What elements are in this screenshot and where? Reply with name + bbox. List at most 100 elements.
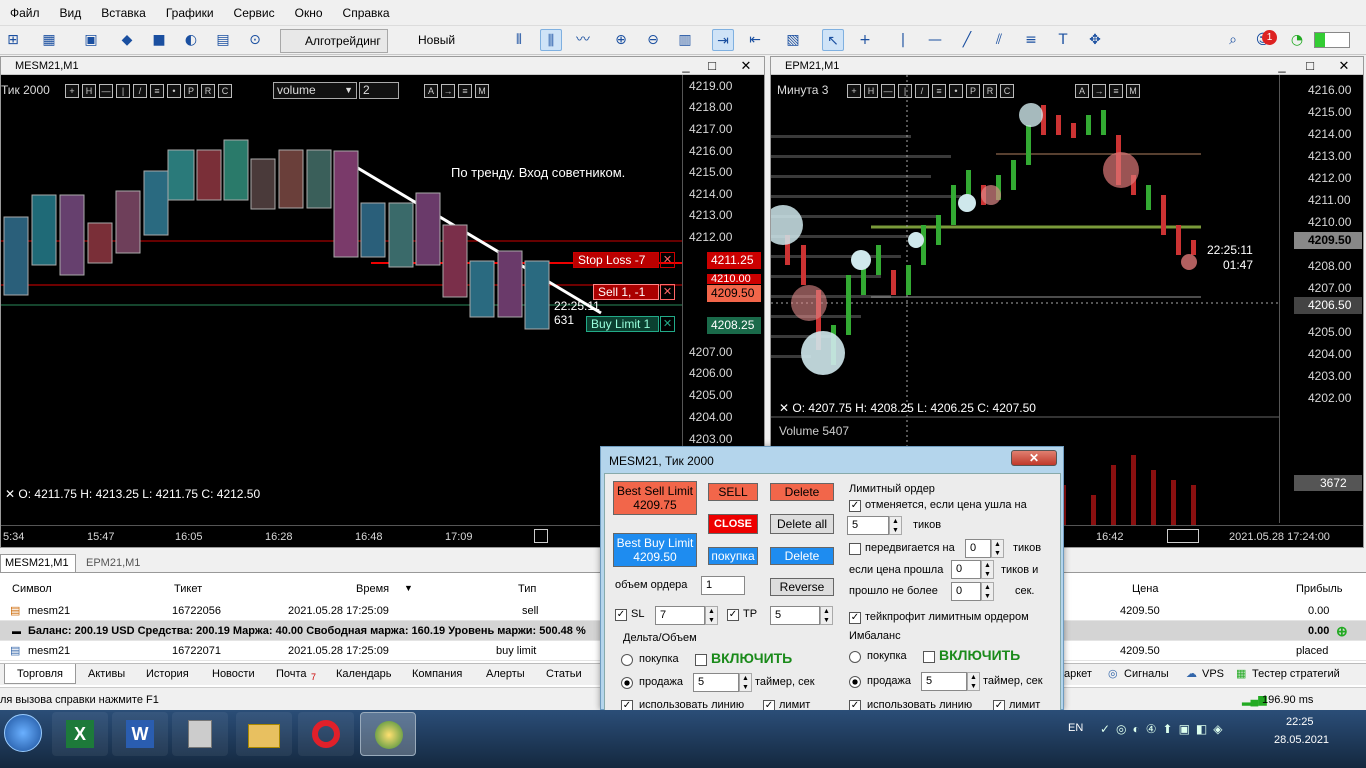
imb-sell-radio[interactable] (849, 676, 861, 688)
maximize-icon[interactable]: □ (701, 57, 723, 75)
maximize-icon[interactable]: □ (1299, 57, 1321, 75)
sl-input[interactable]: 7 (655, 606, 705, 625)
candle-chart-icon[interactable]: ⫼ (540, 29, 562, 51)
zoom-out-icon[interactable]: ⊖ (642, 29, 664, 51)
tp-stepper[interactable]: ▲ ▼ (820, 606, 833, 625)
tab-epm21[interactable]: EPM21,M1 (86, 554, 156, 572)
start-button[interactable] (4, 714, 42, 752)
close-position-button[interactable]: CLOSE (708, 514, 758, 534)
tab-mesm21[interactable]: MESM21,M1 (0, 554, 76, 572)
minimize-icon[interactable]: _ (675, 57, 697, 75)
delta-buy-radio[interactable] (621, 654, 633, 666)
menu-view[interactable]: Вид (50, 0, 92, 26)
sell-button[interactable]: SELL (708, 483, 758, 501)
tab-alerts[interactable]: Алерты (486, 668, 525, 680)
col-type[interactable]: Тип (518, 583, 536, 595)
channel-icon[interactable]: ⫽ (988, 29, 1010, 51)
volume-input[interactable]: 1 (701, 576, 745, 595)
chart-shift-icon[interactable]: ⇤ (744, 29, 766, 51)
minimize-icon[interactable]: _ (1271, 57, 1293, 75)
menu-file[interactable]: Файл (0, 0, 50, 26)
passed-stepper[interactable]: ▲ ▼ (981, 582, 994, 601)
collapse-icon[interactable]: ▬ (12, 621, 21, 641)
sl-stepper[interactable]: ▲ ▼ (705, 606, 718, 625)
menu-window[interactable]: Окно (285, 0, 333, 26)
delta-sell-radio[interactable] (621, 677, 633, 689)
tab-calendar[interactable]: Календарь (336, 668, 392, 680)
menu-tools[interactable]: Сервис (224, 0, 285, 26)
tab-assets[interactable]: Активы (88, 668, 125, 680)
best-buy-limit-button[interactable]: Best Buy Limit 4209.50 (613, 533, 697, 567)
fibo-icon[interactable]: ≡ (1020, 29, 1042, 51)
delta-timer-input[interactable]: 5 (693, 673, 739, 692)
tab-history[interactable]: История (146, 668, 189, 680)
if-price-input[interactable]: 0 (951, 560, 981, 579)
tab-vps[interactable]: VPS (1202, 668, 1224, 680)
tab-tester[interactable]: Тестер стратегий (1252, 668, 1340, 680)
delete-all-button[interactable]: Delete all (770, 514, 834, 534)
new-chart-icon[interactable]: ⊞ (2, 29, 24, 51)
menu-charts[interactable]: Графики (156, 0, 224, 26)
delete-buy-button[interactable]: Delete (770, 547, 834, 565)
best-sell-limit-button[interactable]: Best Sell Limit 4209.75 (613, 481, 697, 515)
search-icon[interactable]: ⌕ (1222, 29, 1244, 51)
tp-input[interactable]: 5 (770, 606, 820, 625)
navigator-icon[interactable]: ■ (148, 29, 170, 51)
new-order-button[interactable]: Новый ордер (394, 29, 494, 69)
imb-timer-stepper[interactable]: ▲ ▼ (967, 672, 980, 691)
tab-mail[interactable]: Почта (276, 668, 307, 680)
cancel-input[interactable]: 5 (847, 516, 889, 535)
delta-timer-stepper[interactable]: ▲ ▼ (739, 673, 752, 692)
buy-button[interactable]: покупка (708, 547, 758, 565)
calculator-taskbar-icon[interactable] (172, 712, 228, 756)
algo-trading-button[interactable]: Алготрейдинг (280, 29, 388, 53)
imb-timer-input[interactable]: 5 (921, 672, 967, 691)
tab-trade[interactable]: Торговля (4, 664, 76, 684)
cancel-stepper[interactable]: ▲ ▼ (889, 516, 902, 535)
tile-windows-icon[interactable]: ▥ (674, 29, 696, 51)
vertical-line-icon[interactable]: | (892, 29, 914, 51)
autoscroll-icon[interactable]: ⇥ (712, 29, 734, 51)
text-icon[interactable]: T (1052, 29, 1074, 51)
language-indicator[interactable]: EN (1068, 722, 1083, 734)
data-window-icon[interactable]: ◐ (180, 29, 202, 51)
indicators-icon[interactable]: ▧ (782, 29, 804, 51)
tp-checkbox[interactable]: ✓ (727, 609, 739, 621)
cursor-icon[interactable]: ↖ (822, 29, 844, 51)
menu-help[interactable]: Справка (333, 0, 400, 26)
moves-checkbox[interactable] (849, 543, 861, 555)
market-watch-icon[interactable]: ◆ (116, 29, 138, 51)
crosshair-icon[interactable]: + (854, 29, 876, 51)
profiles-icon[interactable]: ▦ (38, 29, 60, 51)
scroll-box[interactable] (534, 529, 548, 543)
menu-insert[interactable]: Вставка (91, 0, 156, 26)
col-time[interactable]: Время (356, 583, 389, 595)
col-symbol[interactable]: Символ (12, 583, 52, 595)
sl-checkbox[interactable]: ✓ (615, 609, 627, 621)
bar-chart-icon[interactable]: ⫴ (508, 29, 530, 51)
close-icon[interactable]: ✕ (735, 57, 757, 75)
add-icon[interactable]: ⊕ (1336, 621, 1348, 641)
stop-loss-close-icon[interactable]: ✕ (660, 252, 675, 268)
clock-time[interactable]: 22:25 (1286, 716, 1314, 728)
panel-close-icon[interactable]: ✕ (1011, 450, 1057, 466)
passed-input[interactable]: 0 (951, 582, 981, 601)
horizontal-line-icon[interactable]: — (924, 29, 946, 51)
tab-company[interactable]: Компания (412, 668, 462, 680)
tab-articles[interactable]: Статьи (546, 668, 582, 680)
tester-icon[interactable]: ⊙ (244, 29, 266, 51)
tab-news[interactable]: Новости (212, 668, 255, 680)
imb-buy-radio[interactable] (849, 651, 861, 663)
metatrader-taskbar-icon[interactable] (360, 712, 416, 756)
stop-loss-label[interactable]: Stop Loss -7 (573, 252, 659, 268)
col-price[interactable]: Цена (1132, 583, 1158, 595)
tray-icons[interactable]: ✓◎◐④⬆▣◧◈ (1100, 722, 1229, 736)
reverse-button[interactable]: Reverse (770, 578, 834, 596)
if-price-stepper[interactable]: ▲ ▼ (981, 560, 994, 579)
zoom-in-icon[interactable]: ⊕ (610, 29, 632, 51)
trendline-icon[interactable]: ╱ (956, 29, 978, 51)
scroll-box[interactable] (1167, 529, 1199, 543)
line-chart-icon[interactable]: 〰 (572, 29, 594, 51)
close-icon[interactable]: ✕ (1333, 57, 1355, 75)
excel-taskbar-icon[interactable]: X (52, 712, 108, 756)
